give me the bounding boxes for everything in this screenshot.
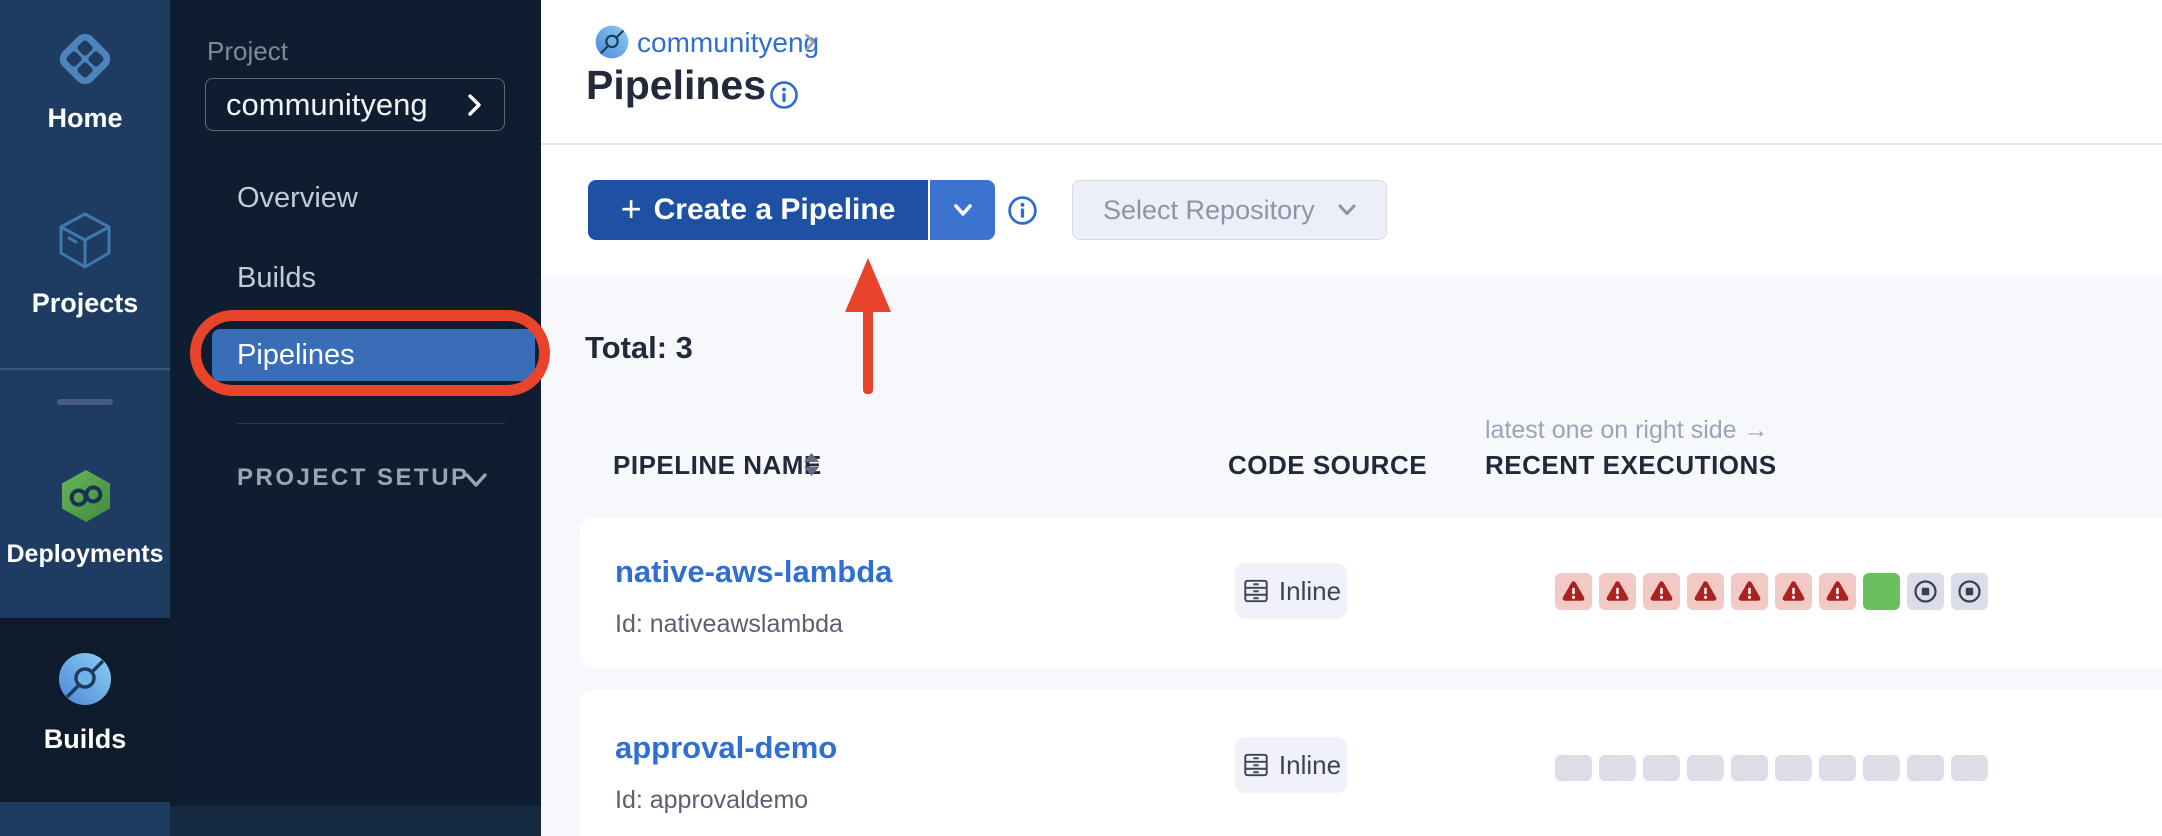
create-pipeline-label: Create a Pipeline xyxy=(654,193,896,227)
pipeline-id: Id: approvaldemo xyxy=(615,786,808,815)
execution-failed-tile[interactable] xyxy=(1555,573,1592,610)
rail-divider xyxy=(0,368,170,370)
toolbar-info-icon[interactable] xyxy=(1007,195,1038,231)
recent-executions xyxy=(1555,755,1988,781)
execution-empty-tile[interactable] xyxy=(1907,755,1944,781)
main-content: communityeng › Pipelines + Create a Pipe… xyxy=(541,0,2162,836)
execution-empty-tile[interactable] xyxy=(1819,755,1856,781)
sidebar-footer-strip xyxy=(170,806,541,836)
execution-empty-tile[interactable] xyxy=(1643,755,1680,781)
execution-success-tile[interactable] xyxy=(1863,573,1900,610)
execution-empty-tile[interactable] xyxy=(1775,755,1812,781)
project-selector[interactable]: communityeng xyxy=(205,78,505,131)
pipeline-id: Id: nativeawslambda xyxy=(615,610,843,639)
executions-order-note: latest one on right side → xyxy=(1485,416,1769,445)
projects-cube-icon xyxy=(56,210,114,277)
code-source-label: Inline xyxy=(1279,576,1341,607)
code-source-label: Inline xyxy=(1279,750,1341,781)
header-divider xyxy=(541,143,2162,145)
project-selector-value: communityeng xyxy=(226,87,428,123)
title-info-icon[interactable] xyxy=(769,80,799,115)
execution-empty-tile[interactable] xyxy=(1687,755,1724,781)
column-header-recent-executions: RECENT EXECUTIONS xyxy=(1485,450,1777,481)
code-source-badge: Inline xyxy=(1235,737,1347,793)
execution-empty-tile[interactable] xyxy=(1731,755,1768,781)
pipeline-row[interactable]: native-aws-lambda Id: nativeawslambda In… xyxy=(580,518,2162,667)
code-source-badge: Inline xyxy=(1235,563,1347,619)
pipeline-name-link[interactable]: native-aws-lambda xyxy=(615,554,892,590)
create-pipeline-dropdown-button[interactable] xyxy=(930,180,995,240)
sidebar-item-pipelines-label: Pipelines xyxy=(237,339,355,372)
breadcrumb-chevron: › xyxy=(803,18,816,63)
execution-failed-tile[interactable] xyxy=(1775,573,1812,610)
execution-failed-tile[interactable] xyxy=(1643,573,1680,610)
inline-source-icon xyxy=(1241,750,1271,780)
sidebar-item-overview[interactable]: Overview xyxy=(237,182,358,215)
create-pipeline-split-button: + Create a Pipeline xyxy=(588,180,995,240)
select-repository-dropdown[interactable]: Select Repository xyxy=(1072,180,1387,240)
execution-empty-tile[interactable] xyxy=(1599,755,1636,781)
execution-empty-tile[interactable] xyxy=(1555,755,1592,781)
deployments-icon xyxy=(59,468,113,529)
execution-failed-tile[interactable] xyxy=(1687,573,1724,610)
page-title: Pipelines xyxy=(586,62,766,109)
select-repository-value: Select Repository xyxy=(1103,195,1315,226)
project-label: Project xyxy=(207,36,288,67)
execution-failed-tile[interactable] xyxy=(1819,573,1856,610)
sort-icon[interactable] xyxy=(803,452,820,483)
pipeline-row[interactable]: approval-demo Id: approvaldemo Inline xyxy=(580,690,2162,836)
rail-dash-divider xyxy=(57,399,113,405)
project-sidebar: Project communityeng Overview Builds Pip… xyxy=(170,0,541,836)
total-count: Total: 3 xyxy=(585,330,693,366)
rail-item-deployments[interactable]: Deployments xyxy=(0,540,170,569)
inline-source-icon xyxy=(1241,576,1271,606)
project-setup-section[interactable]: PROJECT SETUP xyxy=(237,464,470,492)
home-icon xyxy=(54,28,116,95)
sidebar-divider xyxy=(237,423,505,424)
execution-failed-tile[interactable] xyxy=(1599,573,1636,610)
recent-executions xyxy=(1555,573,1988,610)
rail-item-home[interactable]: Home xyxy=(0,103,170,134)
execution-empty-tile[interactable] xyxy=(1951,755,1988,781)
rail-item-projects[interactable]: Projects xyxy=(0,288,170,319)
chevron-right-icon xyxy=(460,91,488,119)
chevron-down-icon xyxy=(950,197,976,223)
builds-icon xyxy=(58,652,112,711)
execution-stopped-tile[interactable] xyxy=(1907,573,1944,610)
module-rail: Home Projects Deploymen xyxy=(0,0,170,836)
execution-empty-tile[interactable] xyxy=(1863,755,1900,781)
rail-item-builds[interactable]: Builds xyxy=(0,724,170,755)
sidebar-item-builds[interactable]: Builds xyxy=(237,262,316,295)
chevron-down-icon[interactable] xyxy=(462,468,490,497)
column-header-code-source: CODE SOURCE xyxy=(1228,450,1427,481)
execution-stopped-tile[interactable] xyxy=(1951,573,1988,610)
project-avatar-icon xyxy=(595,25,629,64)
create-pipeline-button[interactable]: + Create a Pipeline xyxy=(588,180,928,240)
execution-failed-tile[interactable] xyxy=(1731,573,1768,610)
sidebar-item-pipelines[interactable]: Pipelines xyxy=(212,329,535,381)
chevron-down-icon xyxy=(1334,197,1360,223)
pipeline-name-link[interactable]: approval-demo xyxy=(615,730,837,766)
column-header-pipeline-name[interactable]: PIPELINE NAME xyxy=(613,450,822,481)
breadcrumb-project-link[interactable]: communityeng xyxy=(637,27,819,59)
plus-icon: + xyxy=(621,191,642,227)
